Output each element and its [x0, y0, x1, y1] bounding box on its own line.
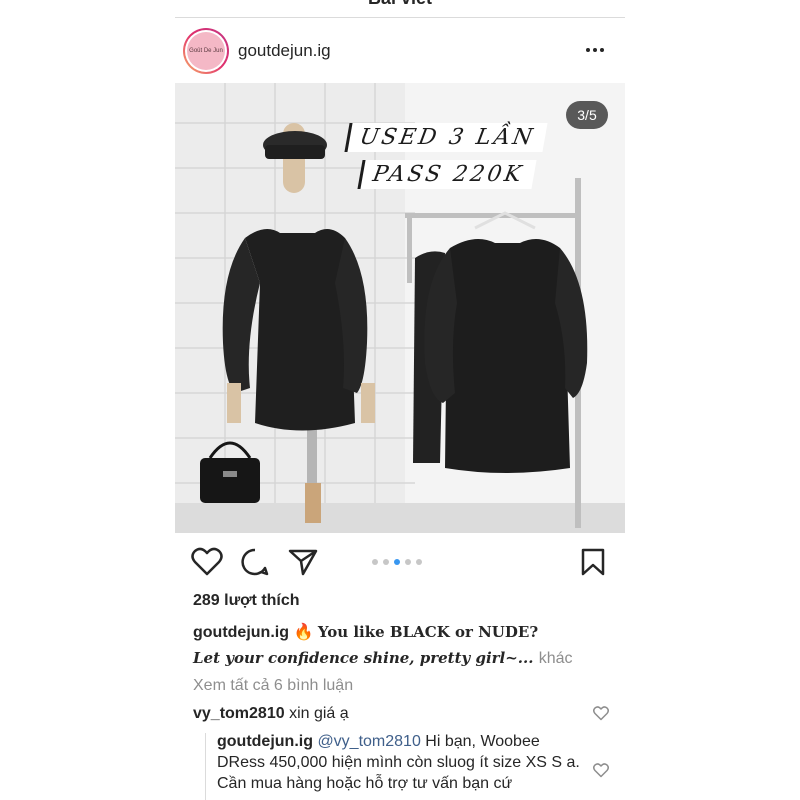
caption: goutdejun.ig 🔥 You like BLACK or NUDE?: [193, 622, 538, 642]
bookmark-icon[interactable]: [580, 548, 606, 576]
carousel-dot: [405, 559, 411, 565]
caption-text-2: Let your confidence shine, pretty girl~.…: [193, 649, 534, 667]
carousel-dots: [372, 559, 422, 565]
reply-username[interactable]: goutdejun.ig: [217, 733, 313, 750]
caption-more-link[interactable]: khác: [539, 650, 573, 667]
page-title: Bài viết: [0, 0, 800, 9]
comment-username[interactable]: vy_tom2810: [193, 705, 285, 722]
caption-username[interactable]: goutdejun.ig: [193, 624, 289, 641]
heart-small-icon[interactable]: [593, 763, 609, 778]
carousel-dot: [372, 559, 378, 565]
reply-thread-line: [205, 733, 206, 800]
comment-icon[interactable]: [240, 547, 270, 577]
more-icon[interactable]: [586, 44, 610, 56]
avatar[interactable]: Goût De Jun: [183, 28, 229, 74]
carousel-dot-active: [394, 559, 400, 565]
overlay-pass: PASS 220K: [357, 160, 537, 189]
reply-item: goutdejun.ig @vy_tom2810 Hi bạn, Woobee …: [217, 731, 582, 794]
carousel-dot: [416, 559, 422, 565]
reply-mention[interactable]: @vy_tom2810: [317, 733, 420, 750]
carousel-dot: [383, 559, 389, 565]
carousel-counter: 3/5: [566, 101, 608, 129]
comment-text: xin giá ạ: [289, 705, 349, 722]
post-photo[interactable]: USED 3 LẦN PASS 220K: [175, 83, 625, 533]
caption-text: You like BLACK or NUDE?: [317, 623, 539, 641]
view-all-comments[interactable]: Xem tất cả 6 bình luận: [193, 677, 353, 695]
post-username[interactable]: goutdejun.ig: [238, 41, 331, 61]
like-count[interactable]: 289 lượt thích: [193, 592, 300, 610]
fire-emoji: 🔥: [293, 624, 314, 641]
overlay-used: USED 3 LẦN: [344, 123, 548, 152]
caption-line-2: Let your confidence shine, pretty girl~.…: [193, 649, 573, 668]
heart-small-icon[interactable]: [593, 706, 609, 721]
comment-item: vy_tom2810 xin giá ạ: [193, 705, 349, 723]
share-icon[interactable]: [288, 548, 318, 576]
header-divider: [175, 17, 625, 18]
heart-icon[interactable]: [191, 547, 223, 577]
avatar-logo: Goût De Jun: [187, 32, 225, 70]
